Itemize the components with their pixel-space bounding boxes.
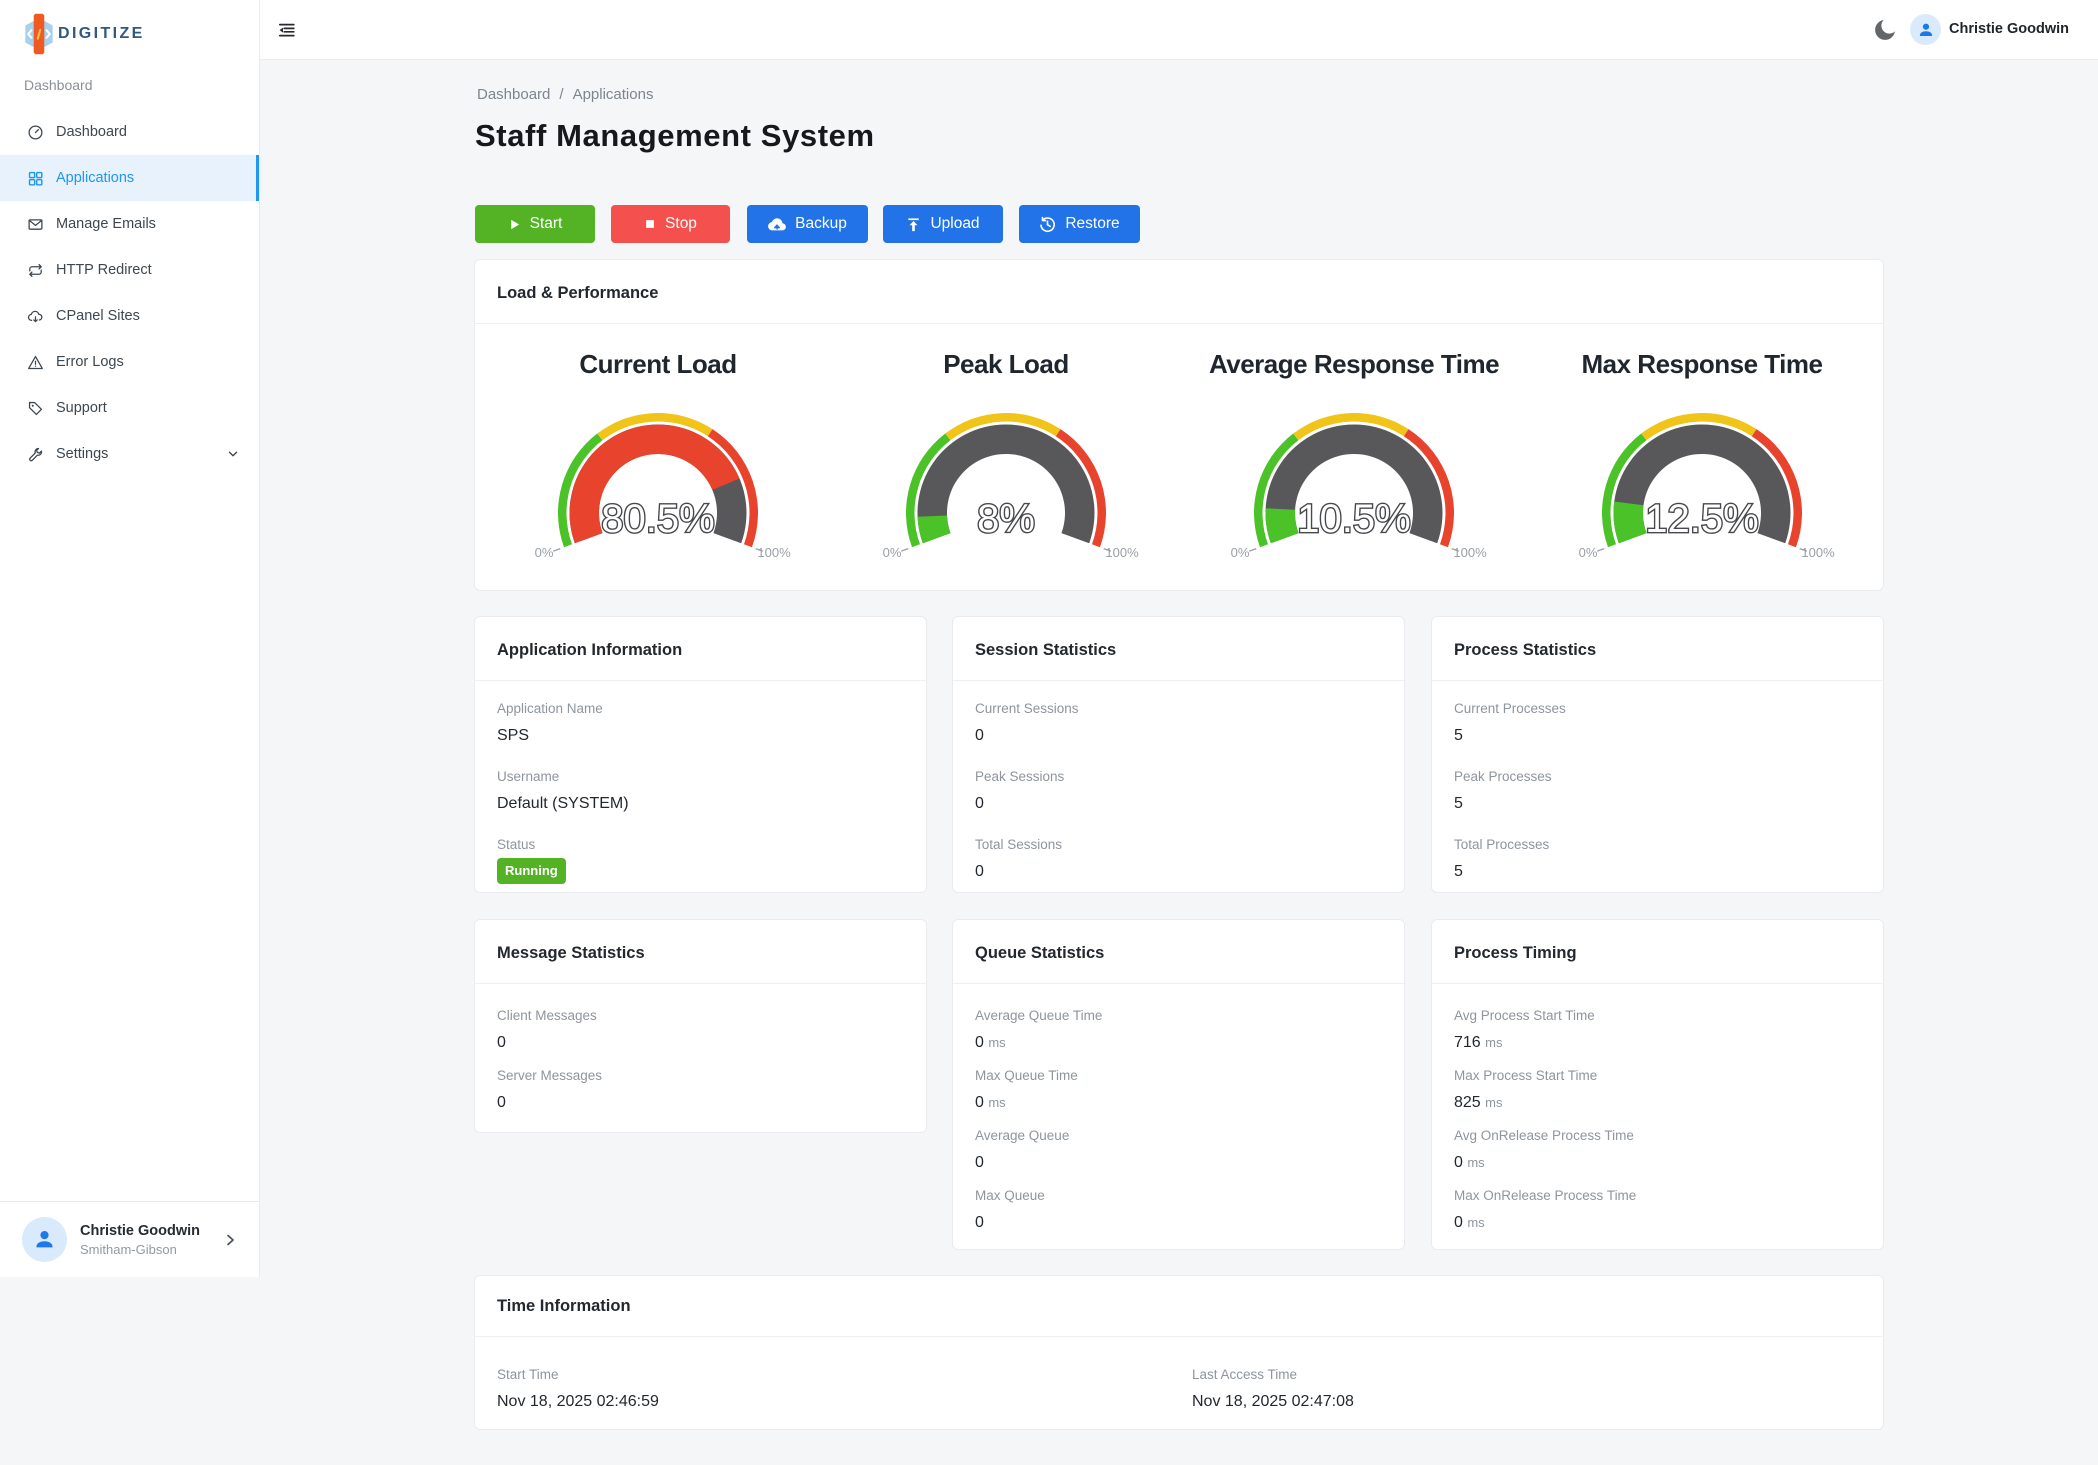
svg-text:12.5%: 12.5% (1645, 497, 1758, 541)
svg-text:0%: 0% (1231, 545, 1250, 560)
svg-text:10.5%: 10.5% (1297, 497, 1410, 541)
svg-text:100%: 100% (1801, 545, 1835, 560)
svg-text:100%: 100% (1453, 545, 1487, 560)
svg-text:80.5%: 80.5% (601, 497, 714, 541)
svg-text:0%: 0% (883, 545, 902, 560)
svg-text:8%: 8% (977, 497, 1035, 541)
svg-text:0%: 0% (1579, 545, 1598, 560)
svg-text:100%: 100% (757, 545, 791, 560)
svg-text:0%: 0% (535, 545, 554, 560)
svg-text:100%: 100% (1105, 545, 1139, 560)
